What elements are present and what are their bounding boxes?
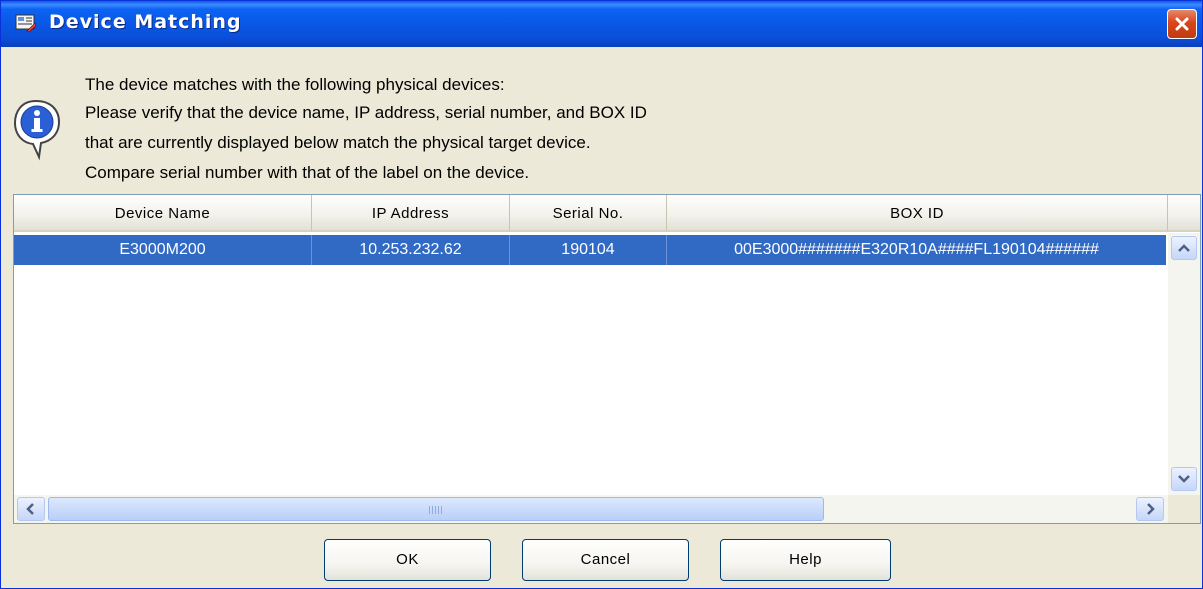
- info-icon: [9, 95, 65, 165]
- ok-button[interactable]: OK: [324, 539, 491, 581]
- cell-ip-address: 10.253.232.62: [312, 235, 510, 265]
- scroll-corner: [1168, 495, 1200, 523]
- header-filler: [1168, 195, 1200, 232]
- window-title: Device Matching: [49, 11, 242, 33]
- cell-serial-no: 190104: [510, 235, 667, 265]
- message-line-2: Please verify that the device name, IP a…: [85, 103, 647, 122]
- message-line-3: that are currently displayed below match…: [85, 133, 591, 152]
- cancel-button[interactable]: Cancel: [522, 539, 689, 581]
- chevron-left-icon: [26, 503, 34, 515]
- scroll-up-button[interactable]: [1171, 236, 1197, 260]
- message-line-4: Compare serial number with that of the l…: [85, 163, 530, 182]
- scroll-left-button[interactable]: [17, 497, 45, 521]
- vertical-scrollbar[interactable]: [1168, 233, 1200, 495]
- horizontal-scroll-thumb[interactable]: [48, 497, 824, 521]
- help-button[interactable]: Help: [720, 539, 891, 581]
- cell-box-id: 00E3000#######E320R10A####FL190104######: [734, 241, 1099, 258]
- column-header-serial-no[interactable]: Serial No.: [510, 195, 667, 232]
- scroll-right-button[interactable]: [1136, 497, 1164, 521]
- column-header-ip-address[interactable]: IP Address: [312, 195, 510, 232]
- grip-icon: [429, 506, 443, 514]
- device-table[interactable]: Device Name IP Address Serial No. BOX ID…: [13, 194, 1201, 524]
- close-icon: [1175, 17, 1189, 31]
- chevron-down-icon: [1178, 475, 1190, 483]
- column-header-device-name[interactable]: Device Name: [14, 195, 312, 232]
- close-button[interactable]: [1167, 9, 1197, 39]
- message-line-1: The device matches with the following ph…: [85, 75, 505, 94]
- column-header-box-id[interactable]: BOX ID: [667, 195, 1168, 232]
- chevron-right-icon: [1147, 503, 1155, 515]
- scroll-down-button[interactable]: [1171, 467, 1197, 491]
- title-bar[interactable]: Device Matching: [1, 1, 1202, 47]
- table-row[interactable]: E3000M200 10.253.232.62 190104 00E3000##…: [14, 235, 1166, 265]
- device-matching-app-icon: [15, 13, 37, 33]
- chevron-up-icon: [1178, 244, 1190, 252]
- horizontal-scrollbar[interactable]: [14, 495, 1168, 523]
- cell-device-name: E3000M200: [14, 235, 312, 265]
- device-matching-dialog: Device Matching The device matches with …: [0, 0, 1203, 589]
